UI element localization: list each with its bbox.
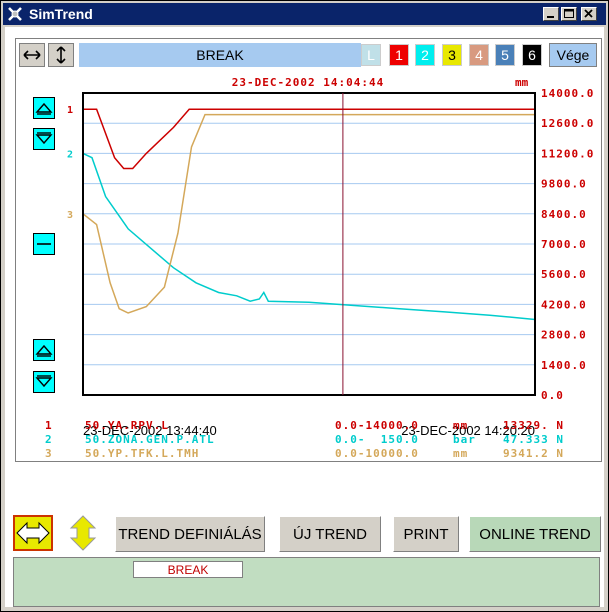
online-trend-button[interactable]: ONLINE TREND bbox=[469, 516, 601, 552]
y-tick-label: 2800.0 bbox=[541, 329, 587, 342]
legend-range: 0.0- 150.0 bbox=[335, 433, 419, 446]
legend-name: 50.ZONA.GEN.P.ATL bbox=[85, 433, 215, 446]
close-button[interactable] bbox=[581, 7, 597, 21]
legend-row[interactable]: 1 50.YA.RPV.L 0.0-14000.0 mm 13329. N bbox=[5, 419, 604, 433]
window-title: SimTrend bbox=[29, 6, 93, 22]
trend-legend: 1 50.YA.RPV.L 0.0-14000.0 mm 13329. N 2 50.ZON… bbox=[5, 419, 604, 461]
legend-range: 0.0-10000.0 bbox=[335, 447, 419, 460]
legend-row[interactable]: 2 50.ZONA.GEN.P.ATL 0.0- 150.0 bar 47.333 N bbox=[5, 433, 604, 447]
close-icon bbox=[584, 9, 593, 18]
y-tick-label: 12600.0 bbox=[541, 117, 594, 130]
break-status-label: BREAK bbox=[79, 43, 361, 67]
trend-define-button[interactable]: TREND DEFINIÁLÁS bbox=[115, 516, 265, 552]
pan-vertical-button[interactable] bbox=[63, 515, 103, 551]
pan-horizontal-button[interactable] bbox=[13, 515, 53, 551]
trend-6-button[interactable]: 6 bbox=[522, 44, 542, 66]
horizontal-zoom-button[interactable] bbox=[19, 43, 45, 67]
vertical-zoom-button[interactable] bbox=[48, 43, 74, 67]
y-tick-label: 4200.0 bbox=[541, 298, 587, 311]
y-tick-label: 9800.0 bbox=[541, 178, 587, 191]
y-tick-label: 5600.0 bbox=[541, 268, 587, 281]
minimize-icon bbox=[547, 16, 554, 18]
legend-no: 1 bbox=[45, 419, 53, 432]
legend-unit: bar bbox=[453, 433, 476, 446]
minimize-button[interactable] bbox=[543, 7, 559, 21]
arrow-vertical-icon bbox=[56, 46, 66, 64]
y-tick-label: 0.0 bbox=[541, 389, 564, 402]
series-line-2 bbox=[82, 152, 536, 321]
y-tick-label: 8400.0 bbox=[541, 208, 587, 221]
legend-unit: mm bbox=[453, 447, 469, 460]
trend-5-button[interactable]: 5 bbox=[495, 44, 515, 66]
chart-series bbox=[82, 108, 536, 321]
trend-l-button[interactable]: L bbox=[361, 44, 381, 66]
series-line-1 bbox=[83, 108, 535, 170]
trend-4-button[interactable]: 4 bbox=[469, 44, 489, 66]
y-tick-label: 1400.0 bbox=[541, 359, 587, 372]
legend-value: 9341.2 N bbox=[503, 447, 564, 460]
chart-unit: mm bbox=[515, 76, 529, 89]
arrow-horizontal-icon bbox=[23, 50, 41, 60]
y-tick-label: 7000.0 bbox=[541, 238, 587, 251]
title-bar[interactable]: SimTrend bbox=[3, 3, 606, 25]
series-marker-1: 1 bbox=[67, 105, 73, 116]
legend-value: 47.333 N bbox=[503, 433, 564, 446]
arrow-up-down-icon bbox=[69, 515, 97, 551]
y-axis-ticks: 14000.0 12600.0 11200.0 9800.0 8400.0 7000.0 5… bbox=[541, 87, 594, 402]
chart-timestamp: 23-DEC-2002 14:04:44 bbox=[232, 76, 384, 89]
maximize-button[interactable] bbox=[561, 7, 577, 21]
trend-1-button[interactable]: 1 bbox=[389, 44, 409, 66]
series-marker-2: 2 bbox=[67, 149, 73, 160]
legend-range: 0.0-14000.0 bbox=[335, 419, 419, 432]
legend-unit: mm bbox=[453, 419, 469, 432]
trend-chart: 23-DEC-2002 14:04:44 mm 14000.012600.011… bbox=[67, 76, 594, 438]
status-panel bbox=[13, 557, 600, 607]
legend-name: 50.YA.RPV.L bbox=[85, 419, 169, 432]
app-window: SimTrend BREAK L 1 2 3 4 5 6 Vége 23-DEC… bbox=[0, 0, 609, 612]
maximize-icon bbox=[564, 9, 574, 18]
y-tick-label: 11200.0 bbox=[541, 147, 594, 160]
exit-button[interactable]: Vége bbox=[549, 43, 597, 67]
legend-no: 2 bbox=[45, 433, 53, 446]
trend-2-button[interactable]: 2 bbox=[415, 44, 435, 66]
new-trend-button[interactable]: ÚJ TREND bbox=[279, 516, 381, 552]
status-break-label: BREAK bbox=[133, 561, 243, 578]
legend-value: 13329. N bbox=[503, 419, 564, 432]
series-markers: 1 2 3 bbox=[67, 105, 73, 221]
series-marker-3: 3 bbox=[67, 210, 73, 221]
legend-row[interactable]: 3 50.YP.TFK.L.TMH 0.0-10000.0 mm 9341.2 N bbox=[5, 447, 604, 461]
chart-grid bbox=[83, 122, 535, 366]
app-logo-icon bbox=[8, 7, 22, 21]
legend-name: 50.YP.TFK.L.TMH bbox=[85, 447, 200, 460]
legend-no: 3 bbox=[45, 447, 53, 460]
y-tick-label: 14000.0 bbox=[541, 87, 594, 100]
trend-3-button[interactable]: 3 bbox=[442, 44, 462, 66]
print-button[interactable]: PRINT bbox=[393, 516, 459, 552]
arrow-left-right-icon bbox=[16, 521, 50, 545]
